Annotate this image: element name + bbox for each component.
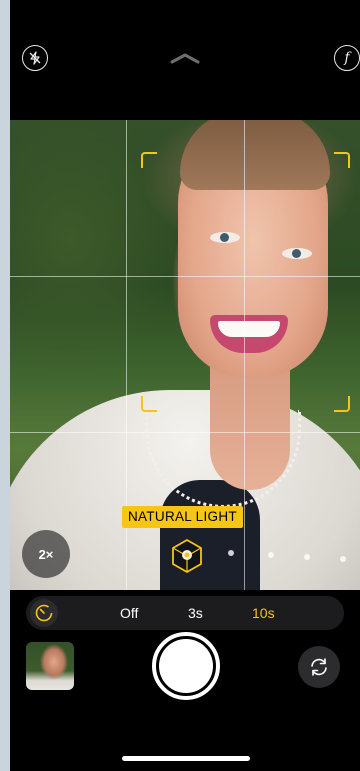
timer-option-3s[interactable]: 3s — [188, 596, 203, 630]
timer-icon — [35, 604, 53, 622]
lighting-option-dot[interactable] — [228, 550, 234, 556]
top-bar: f — [10, 0, 360, 120]
lighting-mode-label: NATURAL LIGHT — [122, 506, 243, 528]
flash-button[interactable] — [22, 45, 48, 71]
subject-eye-left — [210, 232, 240, 243]
photo-thumbnail[interactable] — [26, 642, 74, 690]
timer-option-off[interactable]: Off — [120, 596, 138, 630]
lighting-option-dot[interactable] — [304, 554, 310, 560]
lighting-option-dot[interactable] — [340, 556, 346, 562]
timer-bar: Off 3s 10s — [26, 596, 344, 630]
home-indicator[interactable] — [122, 756, 250, 761]
focus-frame-corner — [334, 152, 350, 168]
focus-frame-corner — [334, 396, 350, 412]
focus-frame-corner — [141, 396, 157, 412]
lighting-option-dot[interactable] — [268, 552, 274, 558]
viewfinder[interactable]: NATURAL LIGHT 2× — [10, 120, 360, 590]
timer-option-10s[interactable]: 10s — [252, 596, 275, 630]
focus-frame-corner — [141, 152, 157, 168]
subject-eye-right — [282, 248, 312, 259]
zoom-button[interactable]: 2× — [22, 530, 70, 578]
camera-flip-button[interactable] — [298, 646, 340, 688]
timer-button[interactable] — [30, 599, 58, 627]
subject-hair — [180, 120, 330, 190]
aperture-icon: f — [344, 50, 350, 66]
natural-light-cube-icon[interactable] — [170, 538, 204, 574]
grid-line — [10, 276, 360, 277]
grid-line — [244, 120, 245, 590]
grid-line — [10, 432, 360, 433]
shutter-button[interactable] — [152, 632, 220, 700]
depth-control-button[interactable]: f — [334, 45, 360, 71]
camera-flip-icon — [311, 658, 327, 676]
flash-off-icon — [29, 51, 41, 65]
shutter-inner — [159, 639, 213, 693]
camera-screen: f NATURAL LIGHT 2× Off 3s 10s — [10, 0, 360, 771]
chevron-up-icon[interactable] — [170, 52, 200, 64]
